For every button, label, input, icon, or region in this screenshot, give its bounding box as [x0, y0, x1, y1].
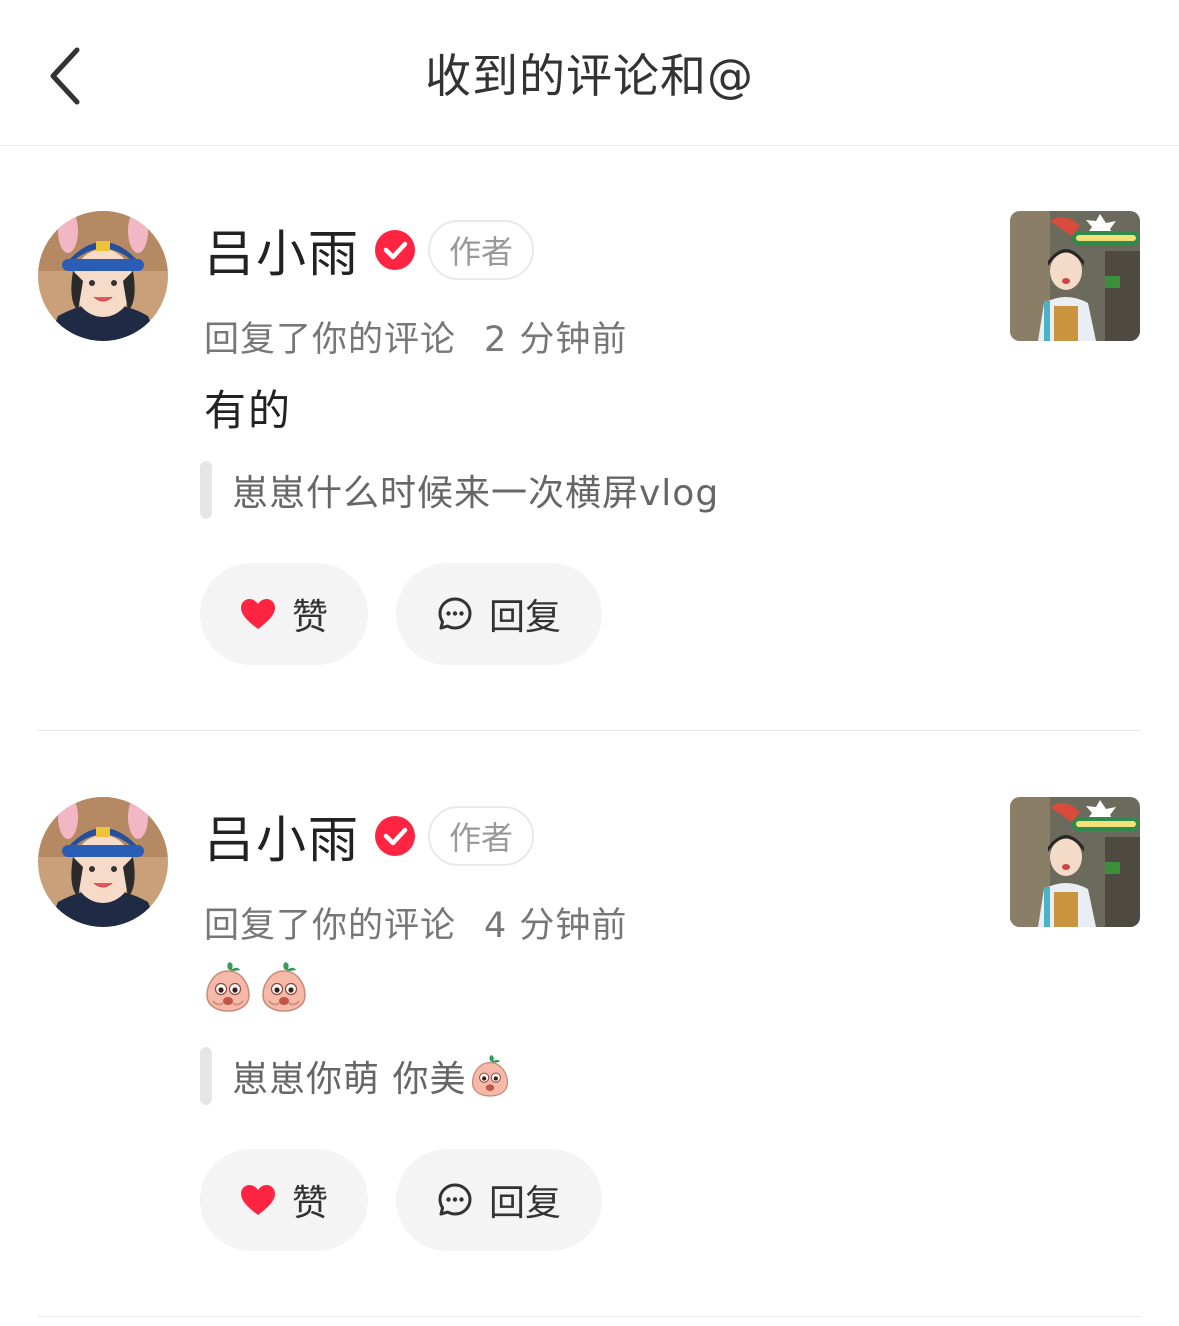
- meta-row: 回复了你的评论 2 分钟前: [204, 311, 627, 362]
- heart-icon: [240, 598, 276, 630]
- author-tag: 作者: [428, 220, 535, 280]
- like-label: 赞: [291, 597, 328, 638]
- verified-badge-icon: [375, 816, 415, 856]
- action-text: 回复了你的评论: [204, 906, 457, 946]
- notification-item[interactable]: 吕小雨 作者 回复了你的评论 4 分钟前 崽崽你萌 你美 赞 回复: [0, 731, 1179, 1317]
- timestamp: 4 分钟前: [484, 906, 628, 946]
- name-row: 吕小雨 作者: [204, 800, 535, 872]
- username[interactable]: 吕小雨: [204, 214, 360, 286]
- quote-text: 崽崽什么时候来一次横屏vlog: [232, 473, 720, 514]
- verified-badge-icon: [375, 230, 415, 270]
- reply-content: 有的: [204, 386, 293, 435]
- reply-content-emojis: [204, 961, 308, 1013]
- quote-bar: [200, 461, 212, 519]
- avatar[interactable]: [38, 211, 168, 341]
- name-row: 吕小雨 作者: [204, 214, 535, 286]
- author-tag: 作者: [428, 806, 535, 866]
- peach-emoji-icon: [262, 962, 306, 1012]
- top-bar: 收到的评论和@: [0, 0, 1179, 146]
- quoted-comment: 崽崽你萌 你美: [200, 1047, 510, 1105]
- like-button[interactable]: 赞: [200, 563, 368, 665]
- quoted-comment: 崽崽什么时候来一次横屏vlog: [200, 461, 719, 519]
- divider: [38, 1316, 1140, 1317]
- peach-emoji-icon: [472, 1055, 509, 1097]
- like-label: 赞: [291, 1183, 328, 1224]
- reply-button[interactable]: 回复: [396, 563, 602, 665]
- username[interactable]: 吕小雨: [204, 800, 360, 872]
- post-thumbnail[interactable]: [1010, 211, 1140, 341]
- peach-emoji-icon: [206, 962, 250, 1012]
- quote-bar: [200, 1047, 212, 1105]
- quote-text-wrap: 崽崽你萌 你美: [232, 1050, 510, 1102]
- reply-label: 回复: [488, 597, 561, 638]
- quote-text: 崽崽你萌 你美: [232, 1059, 467, 1100]
- avatar[interactable]: [38, 797, 168, 927]
- like-button[interactable]: 赞: [200, 1149, 368, 1251]
- notification-item[interactable]: 吕小雨 作者 回复了你的评论 2 分钟前 有的 崽崽什么时候来一次横屏vlog 赞…: [0, 145, 1179, 731]
- reply-button[interactable]: 回复: [396, 1149, 602, 1251]
- timestamp: 2 分钟前: [484, 320, 628, 360]
- page-title: 收到的评论和@: [425, 49, 754, 103]
- post-thumbnail[interactable]: [1010, 797, 1140, 927]
- action-text: 回复了你的评论: [204, 320, 457, 360]
- reply-label: 回复: [488, 1183, 561, 1224]
- heart-icon: [240, 1184, 276, 1216]
- chat-bubble-icon: [437, 1182, 473, 1218]
- chat-bubble-icon: [437, 596, 473, 632]
- meta-row: 回复了你的评论 4 分钟前: [204, 897, 627, 948]
